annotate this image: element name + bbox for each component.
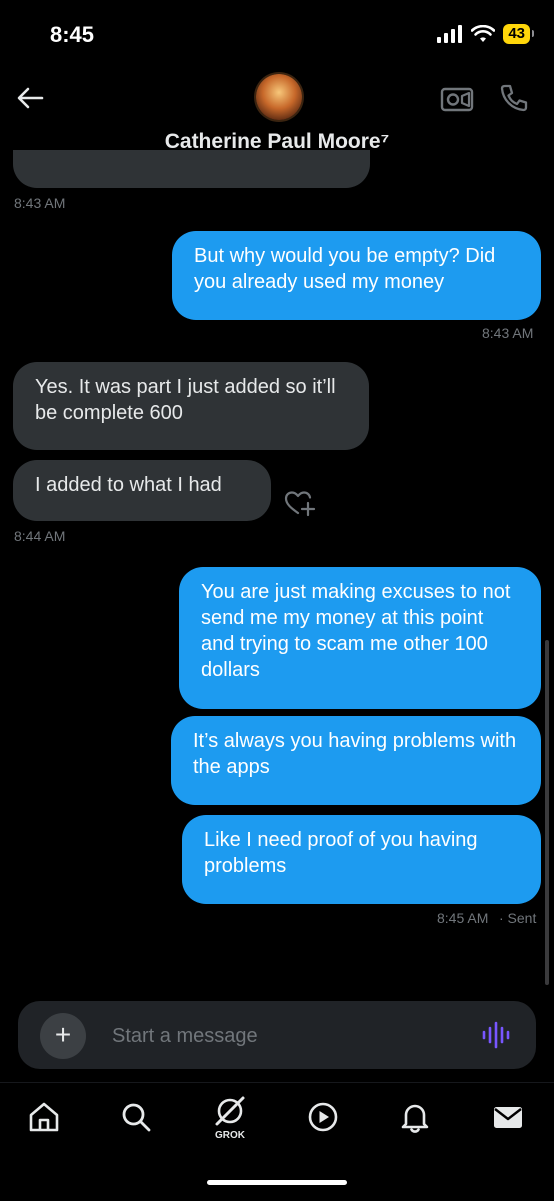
voice-waveform-icon[interactable] <box>481 1020 511 1050</box>
message-bubble-outgoing[interactable]: Like I need proof of you having problems <box>182 815 541 904</box>
grok-label: GROK <box>215 1130 245 1141</box>
clipped-incoming-bubble <box>13 150 370 188</box>
home-indicator <box>207 1180 347 1185</box>
message-bubble-incoming[interactable]: Yes. It was part I just added so it’ll b… <box>13 362 369 450</box>
mail-icon[interactable] <box>491 1100 525 1134</box>
avatar[interactable] <box>256 74 302 120</box>
wifi-icon <box>471 25 496 42</box>
message-bubble-outgoing[interactable]: You are just making excuses to not send … <box>179 567 541 709</box>
scrollbar[interactable] <box>545 640 549 985</box>
video-icon[interactable] <box>440 84 474 114</box>
status-icons: 43 <box>437 24 534 44</box>
message-bubble-outgoing[interactable]: It’s always you having problems with the… <box>171 716 541 805</box>
timestamp: 8:44 AM <box>14 528 66 544</box>
signal-icon <box>437 25 463 43</box>
message-bubble-incoming[interactable]: I added to what I had <box>13 460 271 521</box>
plus-icon[interactable]: + <box>40 1013 86 1059</box>
message-input[interactable] <box>110 1020 454 1052</box>
play-icon[interactable] <box>306 1100 340 1134</box>
search-icon[interactable] <box>119 1100 153 1134</box>
message-bubble-outgoing[interactable]: But why would you be empty? Did you alre… <box>172 231 541 320</box>
timestamp: 8:43 AM <box>14 195 66 211</box>
bell-icon[interactable] <box>398 1100 432 1134</box>
home-icon[interactable] <box>27 1100 61 1134</box>
phone-icon[interactable] <box>498 82 530 114</box>
status-time: 8:45 <box>50 22 95 47</box>
timestamp: 8:45 AM <box>437 910 489 926</box>
add-reaction-icon[interactable] <box>283 488 317 518</box>
timestamp: 8:43 AM <box>482 325 534 341</box>
back-arrow-icon[interactable] <box>14 82 46 114</box>
grok-icon[interactable] <box>213 1094 247 1128</box>
sent-status: · Sent <box>499 910 537 926</box>
battery-indicator: 43 <box>503 24 534 44</box>
